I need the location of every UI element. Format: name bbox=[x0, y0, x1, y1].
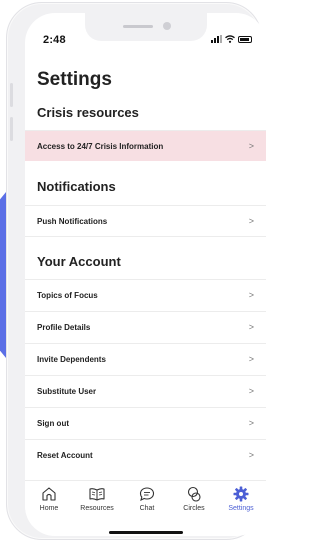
signal-icon bbox=[211, 35, 222, 43]
tab-circles[interactable]: Circles bbox=[172, 485, 216, 512]
divider bbox=[25, 236, 266, 237]
list-item-label: Profile Details bbox=[37, 322, 91, 332]
speaker bbox=[123, 25, 153, 28]
status-icons bbox=[211, 35, 252, 43]
home-indicator bbox=[109, 531, 183, 534]
chevron-right-icon: > bbox=[248, 354, 254, 364]
chevron-right-icon: > bbox=[248, 216, 254, 226]
list-item-profile-details[interactable]: Profile Details > bbox=[25, 312, 266, 342]
list-item-label: Topics of Focus bbox=[37, 290, 98, 300]
status-time: 2:48 bbox=[43, 34, 66, 46]
list-item-substitute-user[interactable]: Substitute User > bbox=[25, 376, 266, 406]
camera bbox=[163, 22, 171, 30]
volume-down-button bbox=[10, 117, 13, 141]
chevron-right-icon: > bbox=[248, 290, 254, 300]
volume-up-button bbox=[10, 83, 13, 107]
list-item-label: Access to 24/7 Crisis Information bbox=[37, 141, 164, 151]
screen: 2:48 Settings Crisis resources Access to… bbox=[25, 13, 266, 536]
tab-settings[interactable]: Settings bbox=[219, 485, 263, 512]
home-icon bbox=[42, 487, 56, 501]
list-item-invite-dependents[interactable]: Invite Dependents > bbox=[25, 344, 266, 374]
chevron-right-icon: > bbox=[248, 450, 254, 460]
tab-label: Resources bbox=[80, 505, 114, 512]
list-item-label: Push Notifications bbox=[37, 216, 108, 226]
tab-bar: Home Resources Chat Circles Settings bbox=[25, 480, 266, 526]
list-item-sign-out[interactable]: Sign out > bbox=[25, 408, 266, 438]
section-title-account: Your Account bbox=[37, 254, 121, 269]
notch bbox=[85, 13, 207, 41]
tab-label: Home bbox=[39, 505, 59, 512]
list-item-label: Sign out bbox=[37, 418, 69, 428]
tab-resources[interactable]: Resources bbox=[75, 485, 119, 512]
gear-icon bbox=[233, 486, 249, 502]
tab-chat[interactable]: Chat bbox=[125, 485, 169, 512]
page-title: Settings bbox=[37, 69, 112, 90]
chevron-right-icon: > bbox=[248, 418, 254, 428]
phone-frame: 2:48 Settings Crisis resources Access to… bbox=[6, 2, 266, 540]
book-icon bbox=[89, 488, 105, 501]
chat-icon bbox=[139, 487, 155, 501]
section-title-notifications: Notifications bbox=[37, 179, 116, 194]
tab-label: Settings bbox=[228, 505, 254, 512]
circles-icon bbox=[187, 486, 201, 502]
chevron-right-icon: > bbox=[248, 322, 254, 332]
list-item-topics-of-focus[interactable]: Topics of Focus > bbox=[25, 280, 266, 310]
list-item-label: Invite Dependents bbox=[37, 354, 106, 364]
section-title-crisis: Crisis resources bbox=[37, 105, 139, 120]
battery-icon bbox=[238, 35, 252, 43]
chevron-right-icon: > bbox=[248, 386, 254, 396]
list-item-push-notifications[interactable]: Push Notifications > bbox=[25, 206, 266, 236]
tab-home[interactable]: Home bbox=[27, 485, 71, 512]
tab-label: Chat bbox=[139, 505, 155, 512]
list-item-reset-account[interactable]: Reset Account > bbox=[25, 440, 266, 470]
list-item-label: Substitute User bbox=[37, 386, 97, 396]
list-item-label: Reset Account bbox=[37, 450, 93, 460]
chevron-right-icon: > bbox=[248, 141, 254, 151]
list-item-crisis-information[interactable]: Access to 24/7 Crisis Information > bbox=[25, 131, 266, 161]
status-bar: 2:48 bbox=[25, 13, 266, 57]
tab-label: Circles bbox=[183, 505, 205, 512]
wifi-icon bbox=[225, 35, 235, 43]
